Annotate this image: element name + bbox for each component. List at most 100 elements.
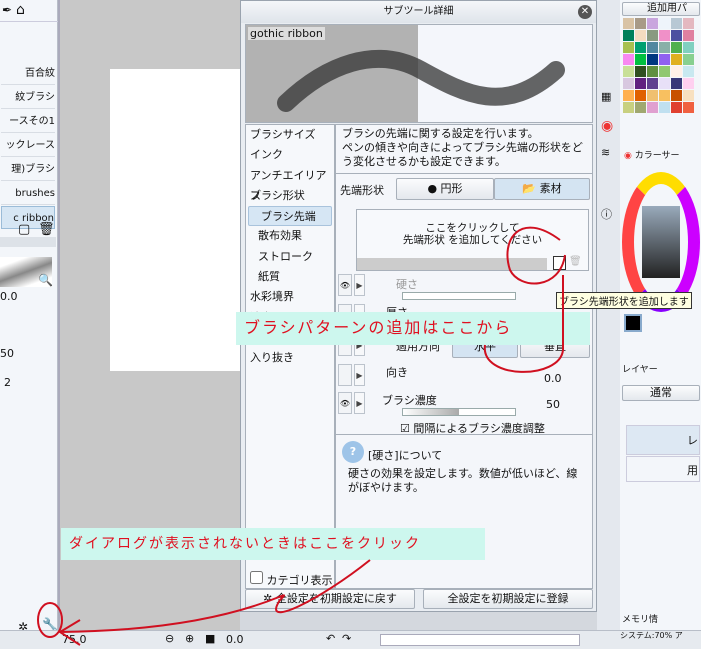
eye-toggle[interactable] [338,364,352,386]
subtool-item[interactable]: 理)ブラシ [1,158,55,181]
category-stroke[interactable]: ストローク [246,247,334,267]
color-swatch[interactable] [635,54,646,65]
layer-row[interactable]: 用 [626,456,700,482]
layer-row[interactable]: レ [626,425,700,455]
canvas-page[interactable] [110,69,240,371]
angle-value[interactable]: 0.0 [544,372,562,385]
color-swatch[interactable] [683,66,694,77]
color-swatch[interactable] [683,18,694,29]
color-swatch[interactable] [683,90,694,101]
pen-icon[interactable]: ✒ [2,3,12,17]
subtool-item[interactable]: ックレース [1,134,55,157]
color-swatch[interactable] [623,18,634,29]
home-icon[interactable]: ⌂ [16,2,25,18]
color-swatch[interactable] [683,78,694,89]
trash-icon[interactable]: 🗑 [38,222,55,237]
subtool-item[interactable]: 百合紋 [1,62,55,85]
color-swatch[interactable] [659,102,670,113]
category-taper[interactable]: 入り抜き [246,348,334,368]
color-swatch[interactable] [647,30,658,41]
color-swatch[interactable] [683,54,694,65]
color-swatch[interactable] [623,90,634,101]
subtool-item[interactable]: 紋ブラシ [1,86,55,109]
info-icon[interactable]: ⓘ [601,206,612,222]
subtool-item[interactable]: brushes [1,182,55,205]
color-swatch[interactable] [659,66,670,77]
color-swatch[interactable] [671,66,682,77]
delete-tip-icon[interactable]: 🗑 [569,256,582,270]
color-set-icon[interactable]: ▦ [601,90,611,103]
color-swatch[interactable] [647,54,658,65]
color-swatch[interactable] [671,78,682,89]
reset-all-button[interactable]: ✲ 全設定を初期設定に戻す [245,589,415,609]
color-swatch[interactable] [635,102,646,113]
zoom-in-icon[interactable]: ⊕ [185,632,194,645]
color-swatch[interactable] [671,42,682,53]
category-brush-tip[interactable]: ブラシ先端 [248,206,332,227]
color-swatch[interactable] [623,78,634,89]
color-swatch[interactable] [659,18,670,29]
color-swatch[interactable] [635,66,646,77]
color-square[interactable] [642,206,680,278]
zoom-value[interactable]: 75.0 [62,633,87,646]
eye-icon[interactable]: 👁 [338,392,352,414]
rotate-right-icon[interactable]: ↷ [342,632,351,645]
color-swatch[interactable] [647,78,658,89]
color-swatch[interactable] [647,90,658,101]
color-swatch[interactable] [647,42,658,53]
color-swatch[interactable] [635,78,646,89]
category-spray[interactable]: 散布効果 [246,226,334,246]
color-swatch[interactable] [683,30,694,41]
category-toggle[interactable]: カテゴリ表示 [250,571,333,588]
color-swatch[interactable] [623,42,634,53]
color-swatch[interactable] [671,102,682,113]
category-antialias[interactable]: アンチエイリアス [246,166,334,202]
color-swatch[interactable] [659,42,670,53]
expand-arrow[interactable]: ▶ [354,364,365,386]
color-swatch[interactable] [659,78,670,89]
color-swatch[interactable] [623,30,634,41]
color-swatches[interactable] [623,18,694,113]
color-swatch[interactable] [671,30,682,41]
close-icon[interactable]: ✕ [578,5,592,19]
color-wheel-icon[interactable]: ◉ [601,118,613,134]
blend-mode-select[interactable]: 通常 [622,385,700,401]
eye-icon[interactable]: 👁 [338,274,352,296]
category-toggle-checkbox[interactable] [250,571,263,584]
tip-shape-material-button[interactable]: 📂 素材 [494,178,590,200]
color-swatch[interactable] [647,66,658,77]
add-tip-shape-button[interactable] [553,256,566,270]
layer-icon[interactable]: ≋ [601,146,610,159]
category-watercolor-edge[interactable]: 水彩境界 [246,287,334,307]
expand-arrow[interactable]: ▶ [354,392,365,414]
color-swatch[interactable] [623,54,634,65]
category-paper[interactable]: 紙質 [246,267,334,287]
category-ink[interactable]: インク [246,145,334,165]
tip-shape-circle-button[interactable]: ● 円形 [396,178,494,200]
color-swatch[interactable] [623,66,634,77]
subtool-item[interactable]: ースその1 [1,110,55,133]
color-swatch[interactable] [683,42,694,53]
color-swatch[interactable] [635,90,646,101]
main-color[interactable] [624,314,642,332]
color-swatch[interactable] [623,102,634,113]
category-brush-size[interactable]: ブラシサイズ [246,125,334,145]
color-swatch[interactable] [671,54,682,65]
zoom-preview-icon[interactable]: 🔍 [38,273,53,287]
fit-icon[interactable]: ■ [205,632,215,645]
density-value[interactable]: 50 [546,398,560,411]
expand-arrow[interactable]: ▶ [354,274,365,296]
color-swatch[interactable] [683,102,694,113]
color-swatch[interactable] [635,30,646,41]
color-swatch[interactable] [671,18,682,29]
color-swatch[interactable] [647,18,658,29]
color-swatch[interactable] [635,18,646,29]
zoom-out-icon[interactable]: ⊖ [165,632,174,645]
spacing-density-checkbox[interactable]: ☑ 間隔によるブラシ濃度調整 [400,420,545,436]
hardness-slider[interactable] [402,292,516,300]
category-brush-shape[interactable]: ブラシ形状 [246,186,334,206]
angle-value[interactable]: 0.0 [226,633,244,646]
horizontal-scrollbar[interactable] [380,634,580,646]
tip-shape-list[interactable]: ここをクリックして 先端形状 を追加してください 🗑 [356,209,589,271]
color-swatch[interactable] [659,90,670,101]
